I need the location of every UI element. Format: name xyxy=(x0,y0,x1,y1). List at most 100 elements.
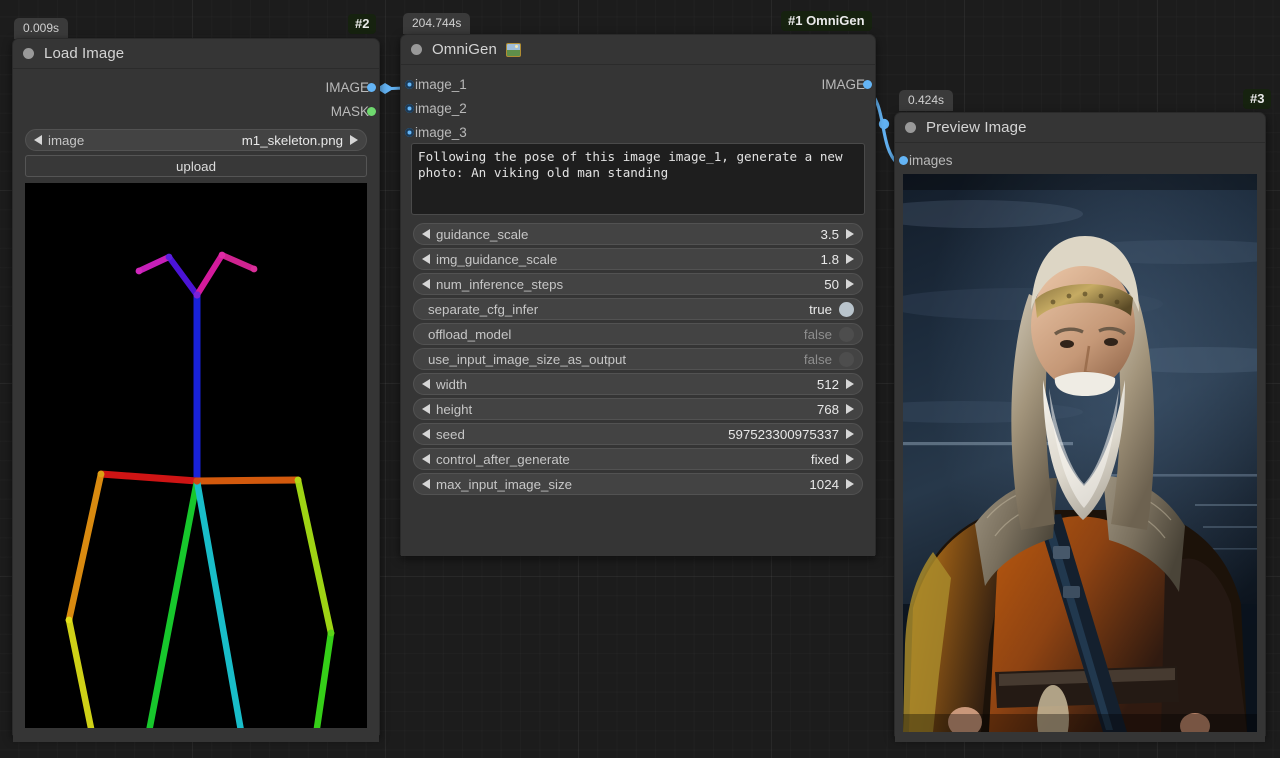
decrement-arrow-icon[interactable] xyxy=(422,379,430,389)
output-port-image[interactable]: IMAGE xyxy=(695,72,875,96)
input-port-image-3[interactable]: image_3 xyxy=(401,120,875,144)
increment-arrow-icon[interactable] xyxy=(846,479,854,489)
node-omnigen[interactable]: OmniGen image_1 image_2 image_3 IMAGE Fo… xyxy=(400,34,876,556)
widget-use-input-image-size-as-output-value: false xyxy=(803,351,832,367)
node-badge-omnigen: #1 OmniGen xyxy=(781,11,872,31)
widget-use-input-image-size-as-output[interactable]: use_input_image_size_as_output false xyxy=(413,348,863,370)
collapse-toggle-icon[interactable] xyxy=(23,48,34,59)
output-port-mask[interactable]: MASK xyxy=(13,99,379,123)
decrement-arrow-icon[interactable] xyxy=(422,404,430,414)
preview-image-output[interactable] xyxy=(903,174,1257,732)
widget-separate-cfg-infer[interactable]: separate_cfg_infer true xyxy=(413,298,863,320)
toggle-switch-icon[interactable] xyxy=(839,326,854,342)
toggle-switch-icon[interactable] xyxy=(839,301,854,317)
link-midpoint-dot xyxy=(878,118,890,130)
node-preview-image[interactable]: Preview Image images xyxy=(894,112,1266,742)
widget-max-input-image-size-value: 1024 xyxy=(809,476,839,492)
image-port-dot-icon[interactable] xyxy=(898,155,908,165)
widget-img-guidance-scale-value: 1.8 xyxy=(820,251,840,267)
output-port-image-label: IMAGE xyxy=(821,76,865,92)
node-badge-loadimage: #2 xyxy=(348,14,377,34)
decrement-arrow-icon[interactable] xyxy=(34,135,42,145)
decrement-arrow-icon[interactable] xyxy=(422,279,430,289)
widget-guidance-scale-value: 3.5 xyxy=(820,226,840,242)
decrement-arrow-icon[interactable] xyxy=(422,454,430,464)
collapse-toggle-icon[interactable] xyxy=(905,122,916,133)
increment-arrow-icon[interactable] xyxy=(846,379,854,389)
increment-arrow-icon[interactable] xyxy=(846,254,854,264)
widget-seed-label: seed xyxy=(436,426,465,442)
output-port-image[interactable]: IMAGE xyxy=(13,75,379,99)
node-exec-time-omnigen: 204.744s xyxy=(403,13,471,34)
node-title-bar-preview[interactable]: Preview Image xyxy=(895,113,1265,143)
widget-image-label: image xyxy=(48,132,85,148)
widget-max-input-image-size[interactable]: max_input_image_size 1024 xyxy=(413,473,863,495)
node-badge-preview: #3 xyxy=(1243,89,1272,109)
widget-width-label: width xyxy=(436,376,468,392)
image-port-dot-icon[interactable] xyxy=(404,127,414,137)
decrement-arrow-icon[interactable] xyxy=(422,254,430,264)
input-port-images-label: images xyxy=(909,152,953,168)
input-port-image-1-label: image_1 xyxy=(415,76,467,92)
node-title-preview: Preview Image xyxy=(926,119,1027,136)
image-port-dot-icon[interactable] xyxy=(404,79,414,89)
widget-image-value: m1_skeleton.png xyxy=(241,132,343,148)
widget-height-label: height xyxy=(436,401,473,417)
widget-seed-value: 597523300975337 xyxy=(728,426,839,442)
widget-num-inference-steps-label: num_inference_steps xyxy=(436,276,564,292)
widget-max-input-image-size-label: max_input_image_size xyxy=(436,476,573,492)
widget-guidance-scale[interactable]: guidance_scale 3.5 xyxy=(413,223,863,245)
image-port-dot-icon[interactable] xyxy=(862,79,872,89)
input-port-image-2[interactable]: image_2 xyxy=(401,96,875,120)
input-port-images[interactable]: images xyxy=(895,148,1265,172)
increment-arrow-icon[interactable] xyxy=(350,135,358,145)
widget-width[interactable]: width 512 xyxy=(413,373,863,395)
widget-num-inference-steps[interactable]: num_inference_steps 50 xyxy=(413,273,863,295)
decrement-arrow-icon[interactable] xyxy=(422,479,430,489)
generated-viking-image xyxy=(903,174,1257,732)
widget-offload-model-value: false xyxy=(803,326,832,342)
widget-num-inference-steps-value: 50 xyxy=(824,276,839,292)
increment-arrow-icon[interactable] xyxy=(846,429,854,439)
widget-height[interactable]: height 768 xyxy=(413,398,863,420)
widget-use-input-image-size-as-output-label: use_input_image_size_as_output xyxy=(428,351,627,367)
decrement-arrow-icon[interactable] xyxy=(422,429,430,439)
image-badge-icon xyxy=(505,42,521,57)
node-exec-time-loadimage: 0.009s xyxy=(14,18,69,39)
upload-button[interactable]: upload xyxy=(25,155,367,177)
loadimage-preview[interactable] xyxy=(25,183,367,728)
widget-separate-cfg-infer-value: true xyxy=(809,301,832,317)
input-port-image-3-label: image_3 xyxy=(415,124,467,140)
widget-offload-model[interactable]: offload_model false xyxy=(413,323,863,345)
widget-height-value: 768 xyxy=(816,401,839,417)
node-title-bar-omnigen[interactable]: OmniGen xyxy=(401,35,875,65)
increment-arrow-icon[interactable] xyxy=(846,404,854,414)
node-load-image[interactable]: Load Image IMAGE MASK image m1_skeleton.… xyxy=(12,38,380,742)
widget-offload-model-label: offload_model xyxy=(428,326,512,342)
image-port-dot-icon[interactable] xyxy=(366,82,376,92)
widget-separate-cfg-infer-label: separate_cfg_infer xyxy=(428,301,539,317)
increment-arrow-icon[interactable] xyxy=(846,279,854,289)
widget-img-guidance-scale[interactable]: img_guidance_scale 1.8 xyxy=(413,248,863,270)
collapse-toggle-icon[interactable] xyxy=(411,44,422,55)
output-port-mask-label: MASK xyxy=(330,103,369,119)
node-title-omnigen: OmniGen xyxy=(432,41,497,58)
prompt-textarea[interactable]: Following the pose of this image image_1… xyxy=(411,143,865,215)
widget-guidance-scale-label: guidance_scale xyxy=(436,226,529,242)
widget-control-after-generate-value: fixed xyxy=(810,451,839,467)
node-graph-canvas[interactable]: 0.009s #2 Load Image IMAGE MASK image m1… xyxy=(0,0,1280,758)
toggle-switch-icon[interactable] xyxy=(839,351,854,367)
image-port-dot-icon[interactable] xyxy=(404,103,414,113)
node-title-loadimage: Load Image xyxy=(44,45,125,62)
node-exec-time-preview: 0.424s xyxy=(899,90,954,111)
mask-port-dot-icon[interactable] xyxy=(366,106,376,116)
increment-arrow-icon[interactable] xyxy=(846,454,854,464)
widget-img-guidance-scale-label: img_guidance_scale xyxy=(436,251,558,267)
decrement-arrow-icon[interactable] xyxy=(422,229,430,239)
widget-control-after-generate[interactable]: control_after_generate fixed xyxy=(413,448,863,470)
widget-seed[interactable]: seed 597523300975337 xyxy=(413,423,863,445)
increment-arrow-icon[interactable] xyxy=(846,229,854,239)
output-port-image-label: IMAGE xyxy=(325,79,369,95)
node-title-bar-loadimage[interactable]: Load Image xyxy=(13,39,379,69)
widget-image-combo[interactable]: image m1_skeleton.png xyxy=(25,129,367,151)
